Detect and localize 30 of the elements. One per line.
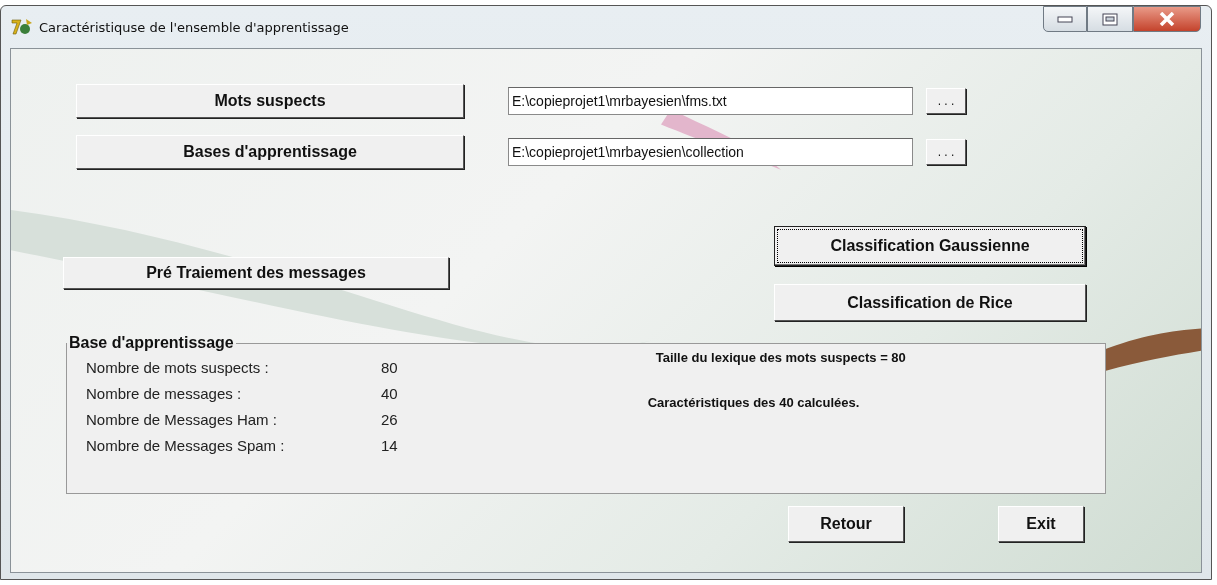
- window-title: Caractéristiquse de l'ensemble d'apprentissage: [39, 19, 349, 35]
- back-button[interactable]: Retour: [788, 506, 904, 542]
- classification-button[interactable]: Classification de Rice: [774, 284, 1086, 321]
- minimize-icon: [1057, 15, 1073, 23]
- close-icon: [1159, 12, 1175, 26]
- stat-label: Nombre de mots suspects :: [86, 358, 270, 378]
- browse-button[interactable]: . . .: [926, 88, 966, 114]
- stat-label: Nombre de Messages Ham :: [86, 410, 278, 430]
- maximize-button[interactable]: [1087, 6, 1133, 32]
- path-field[interactable]: E:\copieprojet1\mrbayesien\collection: [508, 138, 913, 166]
- maximize-icon: [1102, 12, 1118, 26]
- stat-value: 26: [381, 410, 398, 430]
- stat-value: 14: [381, 436, 398, 456]
- stat-label: Nombre de messages :: [86, 384, 243, 404]
- status-message: Taille du lexique des mots suspects = 80: [655, 350, 906, 365]
- close-button[interactable]: [1133, 6, 1201, 32]
- classification-button[interactable]: Classification Gaussienne: [774, 226, 1086, 266]
- stat-value: 40: [381, 384, 398, 404]
- status-message: Caractéristiques des 40 calculées.: [647, 395, 861, 410]
- minimize-button[interactable]: [1043, 6, 1087, 32]
- preprocess-button[interactable]: Pré Traiement des messages: [63, 257, 449, 289]
- exit-button[interactable]: Exit: [998, 506, 1084, 542]
- stat-value: 80: [381, 358, 398, 378]
- file-button[interactable]: Mots suspects: [76, 84, 464, 118]
- browse-button[interactable]: . . .: [926, 139, 966, 165]
- app-icon: [11, 18, 33, 36]
- path-field[interactable]: E:\copieprojet1\mrbayesien\fms.txt: [508, 87, 913, 115]
- file-button[interactable]: Bases d'apprentissage: [76, 135, 464, 169]
- group-title: Base d'apprentissage: [68, 334, 235, 352]
- stat-label: Nombre de Messages Spam :: [86, 436, 286, 456]
